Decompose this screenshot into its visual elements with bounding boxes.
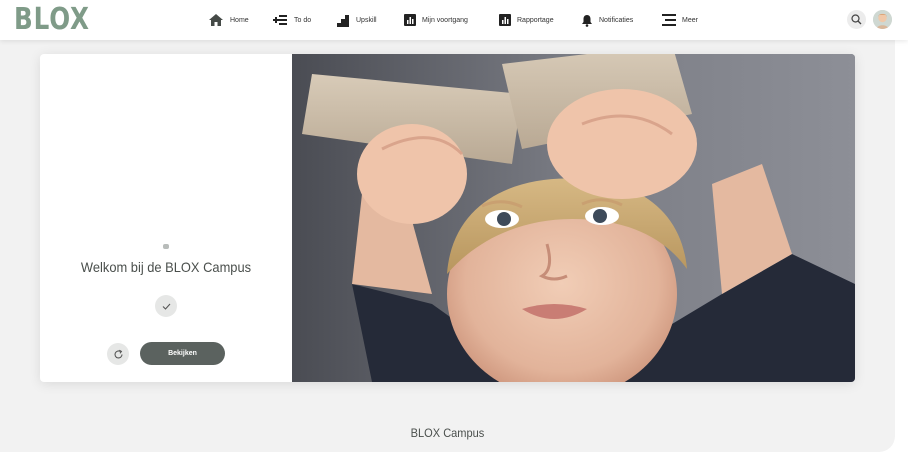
progress-chart-icon bbox=[404, 14, 416, 26]
nav-label-todo: To do bbox=[294, 16, 312, 24]
nav-label-rapportage: Rapportage bbox=[517, 16, 554, 24]
search-icon bbox=[851, 14, 862, 25]
nav-item-home[interactable]: Home bbox=[208, 0, 249, 40]
refresh-icon bbox=[113, 349, 123, 358]
nav-label-upskill: Upskill bbox=[356, 16, 377, 24]
nav-item-upskill[interactable]: Upskill bbox=[337, 0, 377, 40]
nav-label-mijn-voortgang: Mijn voortgang bbox=[422, 16, 468, 24]
toddler-photo bbox=[292, 54, 855, 382]
top-navigation-bar: BLOX Home To do Upskill Mijn voortgang R… bbox=[0, 0, 908, 40]
search-button[interactable] bbox=[847, 10, 866, 29]
avatar-icon bbox=[873, 10, 892, 29]
nav-item-todo[interactable]: To do bbox=[273, 0, 311, 40]
check-icon bbox=[162, 303, 170, 310]
refresh-button[interactable] bbox=[107, 343, 129, 365]
welcome-card: Welkom bij de BLOX Campus Bekijken bbox=[40, 54, 855, 382]
nav-item-meer[interactable]: Meer bbox=[662, 0, 698, 40]
hero-image bbox=[292, 54, 855, 382]
blox-logo[interactable]: BLOX bbox=[14, 5, 90, 35]
report-chart-icon bbox=[499, 14, 511, 26]
user-avatar[interactable] bbox=[873, 10, 892, 29]
footer-title: BLOX Campus bbox=[410, 426, 485, 440]
stairs-icon bbox=[337, 14, 349, 27]
home-icon bbox=[209, 14, 223, 26]
nav-label-notificaties: Notificaties bbox=[599, 16, 634, 24]
card-title: Welkom bij de BLOX Campus bbox=[80, 259, 252, 275]
nav-label-home: Home bbox=[230, 16, 249, 24]
nav-item-rapportage[interactable]: Rapportage bbox=[499, 0, 554, 40]
menu-icon bbox=[662, 14, 676, 26]
todo-list-icon bbox=[273, 15, 287, 25]
view-button[interactable]: Bekijken bbox=[140, 342, 225, 365]
complete-button[interactable] bbox=[155, 295, 177, 317]
welcome-card-content: Welkom bij de BLOX Campus Bekijken bbox=[40, 54, 292, 382]
nav-item-mijn-voortgang[interactable]: Mijn voortgang bbox=[404, 0, 468, 40]
bell-icon bbox=[582, 14, 592, 27]
nav-label-meer: Meer bbox=[682, 16, 698, 24]
progress-indicator bbox=[163, 244, 169, 249]
nav-item-notificaties[interactable]: Notificaties bbox=[581, 0, 633, 40]
